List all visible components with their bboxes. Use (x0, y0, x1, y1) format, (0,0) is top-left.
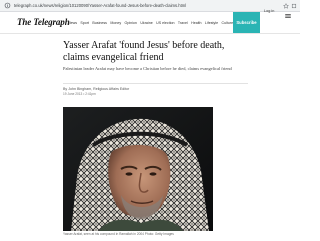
login-link[interactable]: Log in (264, 9, 274, 13)
nav-item-health[interactable]: Health (191, 21, 201, 25)
nav-item-sport[interactable]: Sport (80, 21, 89, 25)
main-nav: News Sport Business Money Opinion Ukrain… (68, 21, 249, 25)
article-photo[interactable] (63, 107, 213, 231)
hamburger-menu-icon[interactable] (284, 7, 292, 18)
url-field[interactable]: telegraph.co.uk/news/religion/10120090/Y… (12, 0, 283, 12)
divider (63, 83, 248, 84)
article-byline[interactable]: By John Bingham, Religious Affairs Edito… (63, 87, 129, 91)
article-standfirst: Palestinian leader Arafat may have becom… (63, 66, 232, 71)
nav-item-ukraine[interactable]: Ukraine (140, 21, 152, 25)
nav-item-business[interactable]: Business (92, 21, 107, 25)
subscribe-button[interactable]: Subscribe (233, 12, 260, 33)
article-headline: Yasser Arafat 'found Jesus' before death… (63, 40, 225, 63)
nav-item-travel[interactable]: Travel (178, 21, 188, 25)
telegraph-logo[interactable]: The Telegraph (17, 17, 70, 27)
address-bar: telegraph.co.uk/news/religion/10120090/Y… (0, 0, 300, 12)
nav-item-news[interactable]: News (68, 21, 77, 25)
site-info-icon[interactable] (3, 1, 12, 10)
nav-item-lifestyle[interactable]: Lifestyle (205, 21, 218, 25)
nav-item-culture[interactable]: Culture (222, 21, 234, 25)
article-date: 19 June 2013 • 2:41pm (63, 92, 96, 96)
nav-item-us-election[interactable]: US election (156, 21, 174, 25)
photo-caption: Yasser Arafat, seen at his compound in R… (63, 232, 174, 236)
nav-item-opinion[interactable]: Opinion (125, 21, 137, 25)
nav-item-money[interactable]: Money (110, 21, 121, 25)
